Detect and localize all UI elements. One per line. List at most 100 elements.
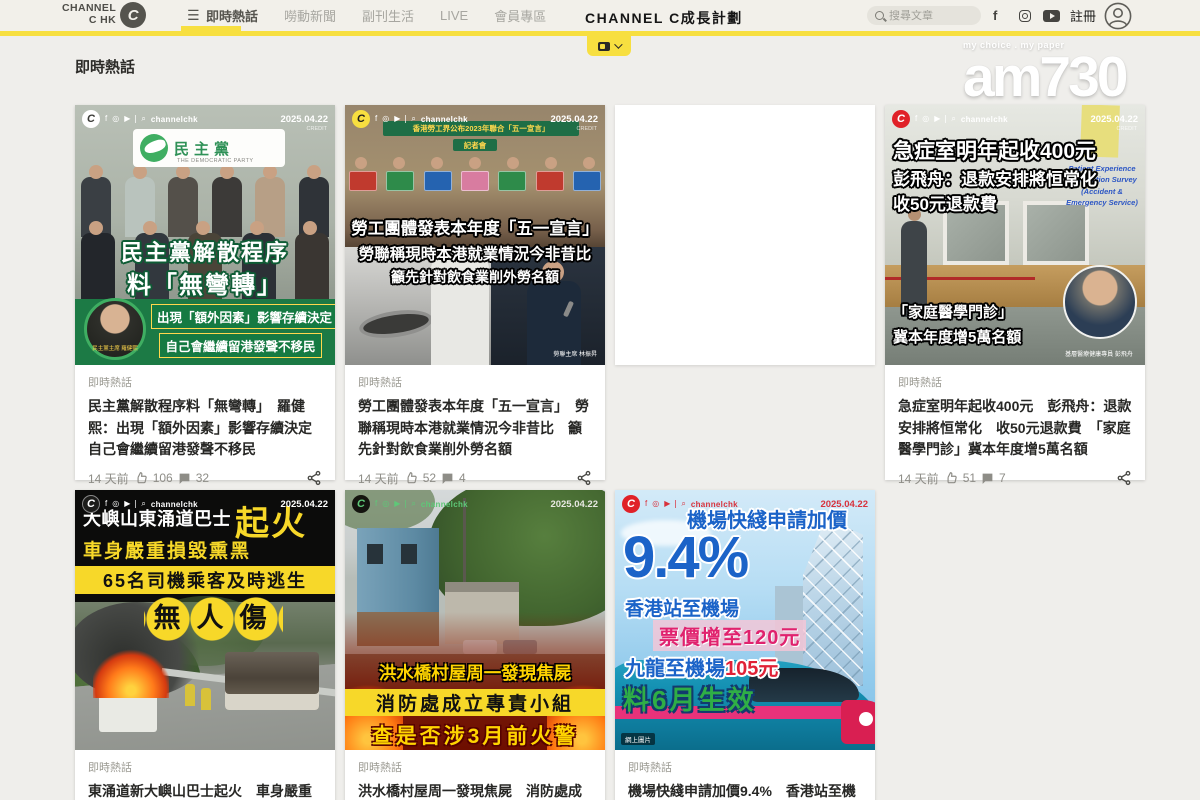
card-image[interactable]: 急症室明年起收400元 彭飛舟：退款安排將恒常化 收50元退款費 Patient… (885, 105, 1145, 365)
news-card-labour-groups[interactable]: 香港勞工界公布2023年聯合「五一宣言」 記者會 勞工團體發表本年度「五一宣言」… (345, 105, 605, 480)
news-card-bus-fire[interactable]: 大嶼山東涌道巴士 起火 車身嚴重損毀熏黑 65名司機乘客及時逃生 無人傷 C f… (75, 490, 335, 800)
content-filter-tab[interactable] (587, 36, 631, 56)
like-icon[interactable] (404, 471, 418, 485)
image-caption: 自己會繼續留港發聲不移民 (151, 333, 330, 358)
card-category[interactable]: 即時熱話 (358, 374, 592, 390)
image-date: 2025.04.22 (280, 114, 328, 125)
account-avatar-icon[interactable] (1104, 0, 1132, 31)
search-icon: ⌕ (681, 500, 685, 508)
news-card-burnt-body[interactable]: 洪水橋村屋周一發現焦屍 消防處成立專責小組 查是否涉3月前火警 C f ◎ ▶ … (345, 490, 605, 800)
instagram-icon[interactable] (1019, 0, 1031, 31)
youtube-icon[interactable] (1043, 0, 1060, 31)
search-box[interactable] (867, 6, 981, 25)
card-image[interactable]: 機場快綫申請加價 9.4% 香港站至機場 票價增至120元 九龍至機場105元 … (615, 490, 875, 750)
instagram-icon: ◎ (652, 500, 659, 508)
share-icon[interactable] (576, 470, 592, 486)
youtube-icon: ▶ (124, 115, 130, 123)
comment-icon[interactable] (441, 472, 454, 485)
search-icon (875, 11, 884, 20)
card-category[interactable]: 即時熱話 (628, 759, 862, 775)
like-icon[interactable] (944, 471, 958, 485)
divider (135, 500, 136, 508)
search-icon: ⌕ (411, 115, 415, 123)
image-date: 2025.04.22 (1090, 114, 1138, 125)
image-date: 2025.04.22 (280, 499, 328, 510)
facebook-icon: f (645, 500, 647, 508)
card-title[interactable]: 民主黨解散程序料「無彎轉」 羅健熙：出現「額外因素」影響存續決定 自己會繼續留港… (88, 396, 322, 461)
comment-icon[interactable] (981, 472, 994, 485)
fare-increase-percent: 9.4% (623, 524, 747, 591)
boc-tower (803, 518, 863, 686)
youtube-icon: ▶ (394, 115, 400, 123)
card-category[interactable]: 即時熱話 (88, 759, 322, 775)
share-icon[interactable] (1116, 470, 1132, 486)
nav-item-lifestyle[interactable]: 副刊生活 (362, 6, 414, 25)
like-count: 52 (423, 471, 436, 485)
divider (135, 115, 136, 123)
card-time: 14 天前 (88, 470, 129, 487)
nav-item-live[interactable]: LIVE (440, 8, 468, 23)
card-title[interactable]: 機場快綫申請加價9.4% 香港站至機場票價增至120元 九龍至機場105元 料6… (628, 781, 862, 800)
search-icon: ⌕ (951, 115, 955, 123)
register-link[interactable]: 註冊 (1070, 0, 1096, 31)
channel-handle: channelchk (151, 115, 198, 124)
image-subline: 冀本年度增5萬名額 (893, 326, 1021, 347)
like-count: 51 (963, 471, 976, 485)
divider (405, 115, 406, 123)
image-credit: 網上圖片 (621, 733, 655, 745)
chevron-down-icon (614, 40, 622, 48)
image-line: 票價增至120元 (653, 620, 806, 651)
channel-handle: channelchk (421, 115, 468, 124)
channelc-logo-icon: C (622, 495, 640, 513)
card-image[interactable]: 大嶼山東涌道巴士 起火 車身嚴重損毀熏黑 65名司機乘客及時逃生 無人傷 C f… (75, 490, 335, 750)
hamburger-menu-icon[interactable]: ☰ (187, 8, 200, 22)
divider (945, 115, 946, 123)
site-logo-text: CHANNEL C HK (62, 3, 116, 26)
channelc-logo-icon: C (352, 110, 370, 128)
page: CHANNEL C HK C ☰ 即時熱話 嘮動新聞 副刊生活 LIVE 會員專… (0, 0, 1200, 800)
nav-item-news[interactable]: 嘮動新聞 (284, 6, 336, 25)
image-headline: 車身嚴重損毀熏黑 (83, 536, 251, 563)
nav-item-members[interactable]: 會員專區 (494, 6, 546, 25)
search-input[interactable] (889, 10, 969, 22)
share-icon[interactable] (306, 470, 322, 486)
video-filter-icon (598, 42, 610, 51)
ad-placeholder (615, 105, 875, 365)
image-top-bar: C f ◎ ▶ ⌕ channelchk 2025.04.22 (82, 495, 328, 513)
card-category[interactable]: 即時熱話 (898, 374, 1132, 390)
card-title[interactable]: 急症室明年起收400元 彭飛舟：退款安排將恒常化 收50元退款費 「家庭醫學門診… (898, 396, 1132, 461)
image-date: 2025.04.22 (550, 499, 598, 510)
growth-plan-link[interactable]: CHANNEL C成長計劃 (585, 8, 743, 28)
channel-handle: channelchk (151, 500, 198, 509)
card-time: 14 天前 (898, 470, 939, 487)
news-card-airport-express[interactable]: 機場快綫申請加價 9.4% 香港站至機場 票價增至120元 九龍至機場105元 … (615, 490, 875, 800)
card-title[interactable]: 洪水橋村屋周一發現焦屍 消防處成立專責小組 查是否涉3月前火警 (358, 781, 592, 800)
card-category[interactable]: 即時熱話 (88, 374, 322, 390)
image-line: 料6月生效 (623, 680, 756, 717)
card-title[interactable]: 東涌道新大嶼山巴士起火 車身嚴重損毀熏黑 司機乘客及時逃生無人傷 (88, 781, 322, 800)
image-top-bar: C f ◎ ▶ ⌕ channelchk 2025.04.22 (352, 495, 598, 513)
card-image[interactable]: 民主黨 THE DEMOCRATIC PARTY 民主黨解散程序 料「無彎轉」 … (75, 105, 335, 365)
card-title[interactable]: 勞工團體發表本年度「五一宣言」 勞聯稱現時本港就業情況今非昔比 籲先針對飲食業削… (358, 396, 592, 461)
image-headline: 料「無彎轉」 (75, 265, 335, 300)
card-category[interactable]: 即時熱話 (358, 759, 592, 775)
card-image[interactable]: 香港勞工界公布2023年聯合「五一宣言」 記者會 勞工團體發表本年度「五一宣言」… (345, 105, 605, 365)
facebook-icon[interactable]: f (993, 0, 997, 31)
card-image[interactable]: 洪水橋村屋周一發現焦屍 消防處成立專責小組 查是否涉3月前火警 C f ◎ ▶ … (345, 490, 605, 750)
news-card-ae-fees[interactable]: 急症室明年起收400元 彭飛舟：退款安排將恒常化 收50元退款費 Patient… (885, 105, 1145, 480)
page-title: 即時熱話 (75, 56, 135, 77)
news-card-democratic-party[interactable]: 民主黨 THE DEMOCRATIC PARTY 民主黨解散程序 料「無彎轉」 … (75, 105, 335, 480)
card-time: 14 天前 (358, 470, 399, 487)
main-nav: 即時熱話 嘮動新聞 副刊生活 LIVE 會員專區 (206, 0, 546, 31)
image-headline: 消防處成立專責小組 (345, 689, 605, 716)
burnt-bus (225, 652, 319, 710)
nav-item-hot-topics[interactable]: 即時熱話 (206, 6, 258, 25)
image-headline: 勞工團體發表本年度「五一宣言」 (345, 215, 605, 239)
instagram-icon: ◎ (382, 500, 389, 508)
comment-icon[interactable] (178, 472, 191, 485)
image-caption: 出現「額外因素」影響存續決定 (151, 304, 330, 329)
site-logo[interactable]: CHANNEL C HK C (62, 2, 146, 28)
like-icon[interactable] (134, 471, 148, 485)
image-credit: CREDIT (577, 126, 597, 132)
image-credit: CREDIT (307, 126, 327, 132)
